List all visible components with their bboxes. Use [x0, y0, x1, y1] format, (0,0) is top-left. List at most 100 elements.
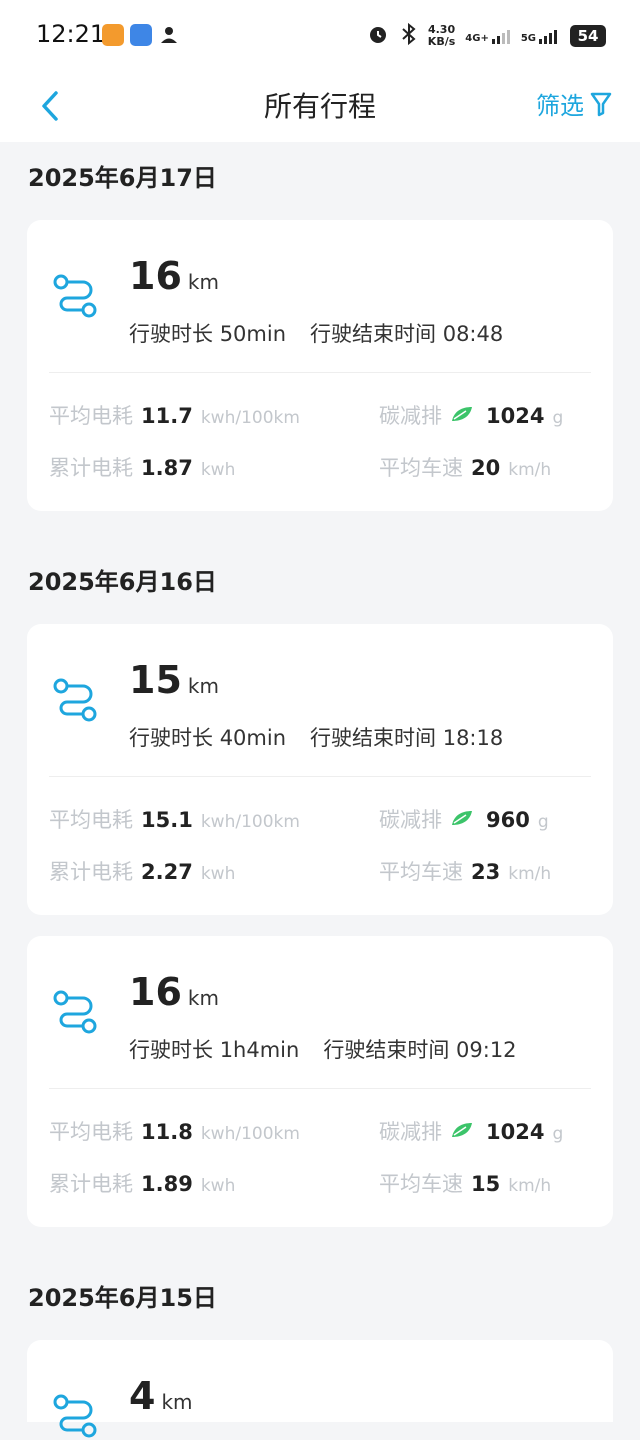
person-icon [158, 24, 180, 46]
end-time-label: 行驶结束时间 [310, 726, 437, 750]
network-type-label: 5G [520, 33, 536, 44]
network-type-label: 4G+ [465, 33, 489, 44]
duration-info: 行驶时长 1h4min [129, 1034, 299, 1064]
divider [49, 1088, 591, 1089]
divider [49, 372, 591, 373]
app-notification-icon [130, 24, 152, 46]
signal-5g: 5G [521, 28, 560, 44]
metric-value: 15.1 [141, 808, 193, 832]
metric-label: 累计电耗 [49, 1172, 133, 1196]
trip-time-info: 行驶时长 1h4min 行驶结束时间 09:12 [129, 1034, 517, 1064]
trip-card[interactable]: 16 km 行驶时长 1h4min 行驶结束时间 09:12 平均电耗 11.8… [27, 936, 613, 1227]
metric-label: 平均车速 [379, 456, 463, 480]
leaf-icon [452, 407, 472, 421]
duration-value: 40min [219, 726, 287, 750]
metric-value: 1.89 [141, 1172, 193, 1196]
metric-label: 累计电耗 [49, 860, 133, 884]
trip-time-info: 行驶时长 50min 行驶结束时间 08:48 [129, 318, 503, 348]
distance-unit: km [187, 674, 219, 698]
total-consumption: 累计电耗 1.87 kwh [49, 452, 235, 482]
carbon-reduction: 碳减排 1024 g [379, 400, 563, 430]
network-speed: 4.30 KB/s [428, 24, 455, 48]
metric-label: 累计电耗 [49, 456, 133, 480]
metric-unit: km/h [508, 864, 552, 884]
avg-consumption: 平均电耗 11.8 kwh/100km [49, 1116, 300, 1146]
trip-time-info: 行驶时长 40min 行驶结束时间 18:18 [129, 722, 503, 752]
route-icon [53, 274, 97, 318]
metric-label: 平均电耗 [49, 1120, 133, 1144]
filter-label: 筛选 [536, 92, 584, 120]
route-icon [53, 678, 97, 722]
distance-value: 16 [129, 970, 182, 1014]
route-icon [53, 1394, 97, 1438]
metric-unit: g [552, 1124, 564, 1144]
leaf-icon [452, 811, 472, 825]
distance-unit: km [161, 1390, 193, 1414]
metric-label: 碳减排 [379, 1120, 442, 1144]
metric-unit: g [552, 408, 564, 428]
leaf-icon [452, 1123, 472, 1137]
end-time-info: 行驶结束时间 08:48 [310, 318, 503, 348]
distance-value: 4 [129, 1374, 156, 1418]
trip-card[interactable]: 16 km 行驶时长 50min 行驶结束时间 08:48 平均电耗 11.7 … [27, 220, 613, 511]
trip-card[interactable]: 4 km [27, 1340, 613, 1438]
trip-distance: 16 km [129, 254, 219, 298]
metric-value: 23 [471, 860, 501, 884]
metric-value: 2.27 [141, 860, 193, 884]
metric-value: 1.87 [141, 456, 193, 480]
bluetooth-icon [400, 22, 418, 50]
duration-value: 1h4min [219, 1038, 300, 1062]
duration-label: 行驶时长 [129, 1038, 213, 1062]
metric-unit: km/h [508, 460, 552, 480]
trip-distance: 16 km [129, 970, 219, 1014]
distance-value: 16 [129, 254, 182, 298]
end-time-value: 09:12 [456, 1038, 517, 1062]
metric-label: 碳减排 [379, 808, 442, 832]
trip-card[interactable]: 15 km 行驶时长 40min 行驶结束时间 18:18 平均电耗 15.1 … [27, 624, 613, 915]
metric-value: 960 [486, 808, 530, 832]
metric-label: 平均电耗 [49, 404, 133, 428]
end-time-info: 行驶结束时间 18:18 [310, 722, 503, 752]
filter-icon [590, 92, 612, 116]
alarm-icon [366, 22, 390, 50]
app-notification-icon [102, 24, 124, 46]
metric-value: 1024 [486, 1120, 545, 1144]
total-consumption: 累计电耗 2.27 kwh [49, 856, 235, 886]
status-bar: 12:21 4.30 KB/s 4G+ 5G 54 [0, 0, 640, 70]
date-header: 2025年6月16日 [28, 568, 217, 596]
status-indicators: 4.30 KB/s 4G+ 5G 54 [366, 22, 606, 50]
duration-value: 50min [219, 322, 287, 346]
metric-label: 平均车速 [379, 1172, 463, 1196]
metric-label: 碳减排 [379, 404, 442, 428]
duration-label: 行驶时长 [129, 322, 213, 346]
metric-label: 平均电耗 [49, 808, 133, 832]
avg-consumption: 平均电耗 11.7 kwh/100km [49, 400, 300, 430]
avg-speed: 平均车速 23 km/h [379, 856, 551, 886]
carbon-reduction: 碳减排 960 g [379, 804, 549, 834]
carbon-reduction: 碳减排 1024 g [379, 1116, 563, 1146]
avg-speed: 平均车速 15 km/h [379, 1168, 551, 1198]
total-consumption: 累计电耗 1.89 kwh [49, 1168, 235, 1198]
metric-value: 11.7 [141, 404, 193, 428]
end-time-label: 行驶结束时间 [310, 322, 437, 346]
metric-value: 11.8 [141, 1120, 193, 1144]
signal-4g: 4G+ [465, 28, 511, 44]
avg-speed: 平均车速 20 km/h [379, 452, 551, 482]
date-header: 2025年6月15日 [28, 1284, 217, 1312]
metric-unit: kwh [200, 1176, 236, 1196]
duration-info: 行驶时长 50min [129, 318, 286, 348]
distance-value: 15 [129, 658, 182, 702]
metric-unit: g [537, 812, 549, 832]
divider [49, 776, 591, 777]
end-time-label: 行驶结束时间 [323, 1038, 450, 1062]
trip-distance: 4 km [129, 1374, 193, 1418]
nav-bar: 所有行程 筛选 [0, 70, 640, 142]
metric-label: 平均车速 [379, 860, 463, 884]
trip-distance: 15 km [129, 658, 219, 702]
avg-consumption: 平均电耗 15.1 kwh/100km [49, 804, 300, 834]
end-time-value: 18:18 [442, 726, 504, 750]
route-icon [53, 990, 97, 1034]
filter-button[interactable]: 筛选 [536, 86, 612, 121]
metric-unit: kwh/100km [200, 1124, 300, 1144]
status-time: 12:21 [36, 20, 106, 48]
